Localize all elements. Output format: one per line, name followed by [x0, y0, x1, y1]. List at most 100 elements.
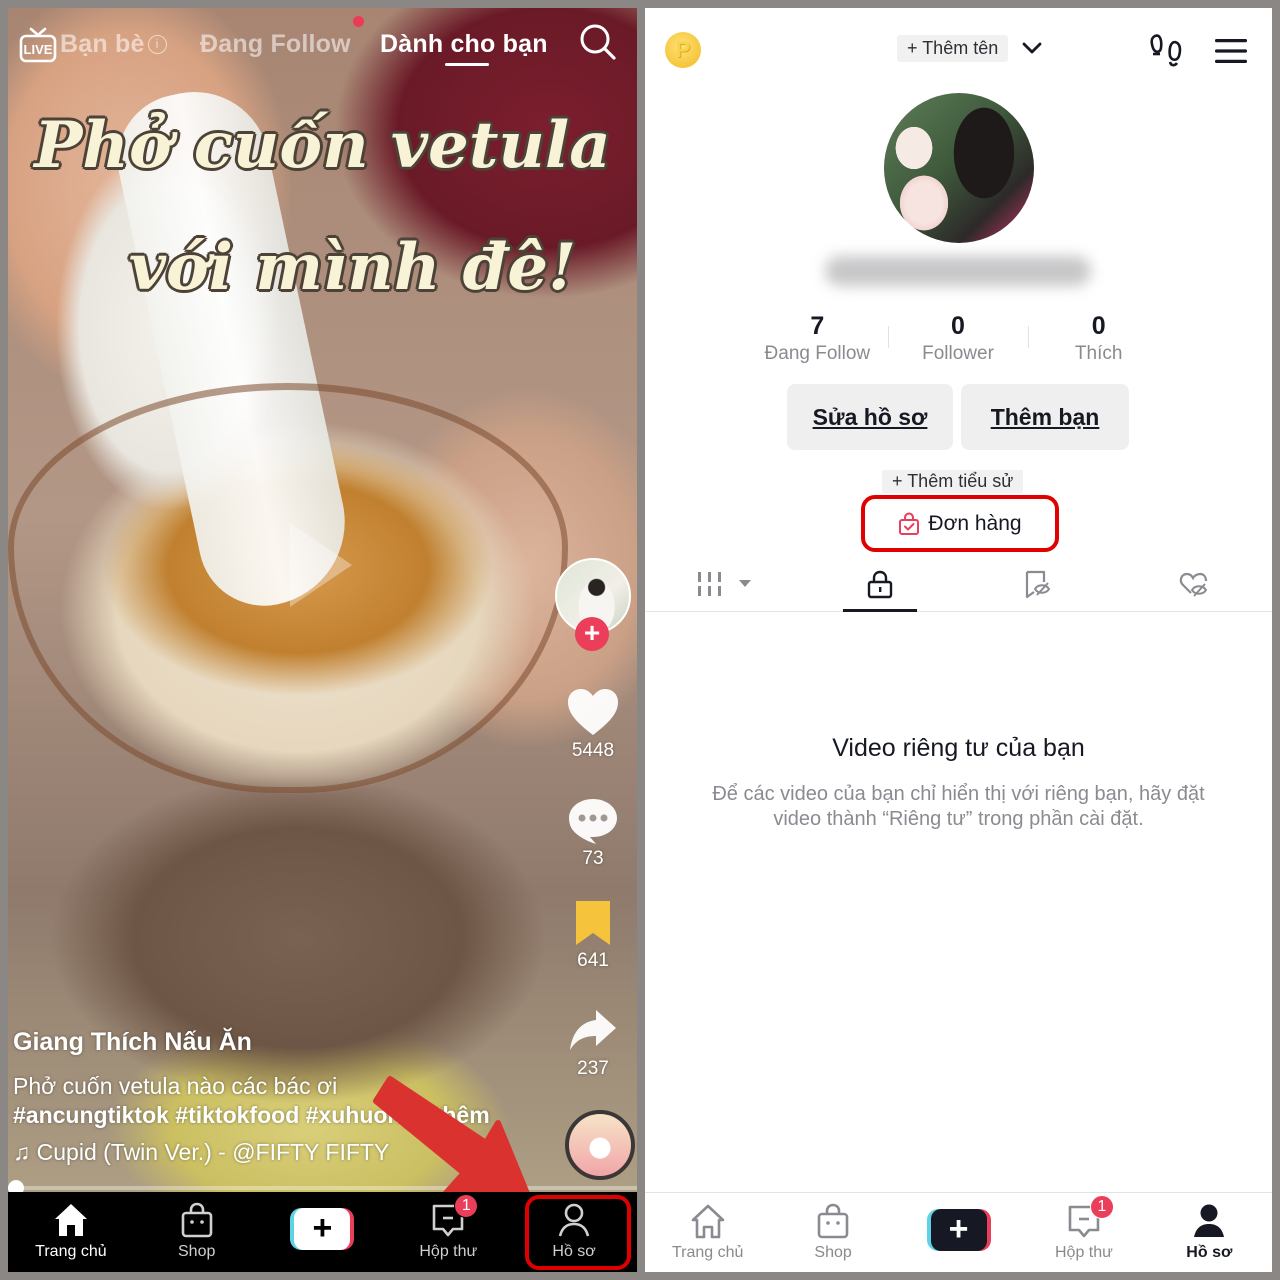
orders-button[interactable]: Đơn hàng — [861, 495, 1059, 552]
nav-profile-label: Hồ sơ — [1186, 1244, 1233, 1261]
svg-text:LIVE: LIVE — [24, 42, 53, 57]
video-author[interactable]: Giang Thích Nấu Ăn — [13, 1028, 490, 1057]
heart-icon — [568, 689, 618, 735]
active-tab-indicator — [445, 63, 489, 66]
tab-for-you[interactable]: Dành cho bạn — [380, 30, 548, 59]
music-disc-icon[interactable] — [565, 1110, 635, 1180]
profile-bottom-nav: Trang chủ Shop + 1 Hộp thư Hồ sơ — [645, 1192, 1272, 1272]
like-button[interactable]: 5448 — [553, 688, 633, 762]
nav-home-label: Trang chủ — [671, 1244, 744, 1261]
home-icon — [691, 1204, 725, 1239]
feed-bottom-nav: Trang chủ Shop + 1 Hộp thư Hồ sơ — [8, 1192, 637, 1272]
video-overlay-text-line1: Phở cuốn vetula — [34, 108, 611, 183]
comment-button[interactable]: 73 — [553, 796, 633, 870]
live-icon[interactable]: LIVE — [18, 26, 58, 64]
comment-icon — [569, 799, 617, 844]
edit-profile-button[interactable]: Sửa hồ sơ — [787, 384, 953, 450]
comment-count: 73 — [582, 848, 604, 869]
nav-create[interactable]: + — [896, 1193, 1021, 1272]
profile-icon — [1194, 1204, 1225, 1237]
home-icon — [54, 1204, 87, 1236]
nav-create[interactable]: + — [260, 1192, 386, 1272]
add-bio-button[interactable]: + Thêm tiểu sử — [882, 470, 1024, 493]
nav-profile-label: Hồ sơ — [552, 1243, 596, 1260]
followers-count: 0 — [951, 312, 965, 340]
inbox-badge: 1 — [1089, 1195, 1114, 1219]
caret-down-icon[interactable] — [739, 580, 752, 587]
nav-inbox[interactable]: 1 Hộp thư — [1021, 1193, 1146, 1272]
following-label: Đang Follow — [764, 343, 871, 364]
share-button[interactable]: 237 — [553, 1006, 633, 1080]
shopping-bag-check-icon — [899, 511, 920, 535]
bookmark-button[interactable]: 641 — [553, 898, 633, 972]
new-content-dot — [353, 16, 364, 27]
video-feed-screen: Phở cuốn vetula với mình đê! LIVE Bạn bè… — [8, 8, 637, 1272]
tab-videos[interactable] — [645, 556, 802, 611]
stat-following[interactable]: 7 Đang Follow — [747, 312, 888, 365]
inbox-badge: 1 — [454, 1194, 479, 1218]
followers-label: Follower — [922, 343, 994, 364]
music-title: Cupid (Twin Ver.) - @FIFTY FIFTY — [36, 1139, 390, 1165]
bookmark-hidden-icon — [1025, 570, 1051, 598]
annotation-arrow-icon — [373, 1076, 533, 1203]
empty-state-description: Để các video của bạn chỉ hiển thị với ri… — [712, 783, 1205, 830]
video-overlay-text-line2: với mình đê! — [128, 230, 577, 305]
coin-icon[interactable]: P — [665, 32, 701, 68]
likes-count: 0 — [1091, 312, 1106, 340]
nav-shop[interactable]: Shop — [770, 1193, 895, 1272]
shop-bag-icon — [181, 1202, 212, 1238]
add-friends-button[interactable]: Thêm bạn — [961, 384, 1129, 450]
add-name-button[interactable]: + Thêm tên — [897, 35, 1009, 62]
feed-top-bar: LIVE Bạn bè i Đang Follow Dành cho bạn — [8, 8, 637, 88]
tab-favorites[interactable] — [959, 556, 1116, 611]
lock-icon — [867, 570, 893, 598]
orders-label: Đơn hàng — [928, 511, 1022, 535]
heart-hidden-icon — [1179, 572, 1207, 597]
stat-likes[interactable]: 0 Thích — [1028, 312, 1169, 365]
play-icon[interactable] — [290, 523, 352, 607]
tab-friends-label: Bạn bè — [60, 30, 145, 58]
profile-screen: P + Thêm tên 7 Đang Follow 0 Follower 0 … — [645, 8, 1272, 1272]
music-note-icon: ♫ — [13, 1139, 31, 1165]
create-plus-icon: + — [926, 1208, 991, 1251]
info-icon: i — [147, 35, 167, 54]
follow-creator-button[interactable]: + — [575, 617, 609, 651]
nav-home[interactable]: Trang chủ — [645, 1193, 770, 1272]
footprint-icon[interactable] — [1149, 32, 1183, 68]
videos-grid-icon — [698, 571, 722, 596]
chevron-down-icon[interactable] — [1021, 38, 1043, 58]
following-count: 7 — [810, 312, 825, 340]
profile-stats: 7 Đang Follow 0 Follower 0 Thích — [747, 312, 1169, 365]
nav-inbox-label: Hộp thư — [1054, 1244, 1113, 1261]
nav-shop[interactable]: Shop — [134, 1192, 260, 1272]
stat-followers[interactable]: 0 Follower — [887, 312, 1029, 365]
nav-shop-label: Shop — [814, 1244, 852, 1261]
video-progress-bar[interactable] — [8, 1180, 637, 1196]
share-count: 237 — [577, 1058, 609, 1079]
profile-content-tabs — [645, 556, 1272, 612]
share-arrow-icon — [570, 1010, 616, 1050]
profile-icon — [558, 1203, 590, 1237]
profile-avatar[interactable] — [884, 93, 1034, 243]
nav-home-label: Trang chủ — [35, 1243, 107, 1260]
nav-inbox-label: Hộp thư — [419, 1243, 478, 1260]
nav-home[interactable]: Trang chủ — [8, 1192, 134, 1272]
bookmark-count: 641 — [577, 950, 609, 971]
shop-bag-icon — [817, 1203, 849, 1239]
bookmark-icon — [576, 901, 610, 945]
tab-friends[interactable]: Bạn bè i — [60, 30, 167, 59]
menu-icon[interactable] — [1215, 38, 1247, 64]
tab-following[interactable]: Đang Follow — [200, 30, 351, 59]
empty-state-title: Video riêng tư của bạn — [832, 734, 1085, 762]
search-icon[interactable] — [578, 22, 618, 62]
tab-private[interactable] — [802, 556, 959, 612]
like-count: 5448 — [571, 740, 615, 761]
username-blurred — [825, 256, 1091, 286]
create-plus-icon: + — [290, 1208, 355, 1250]
nav-shop-label: Shop — [178, 1243, 216, 1260]
tab-liked[interactable] — [1115, 556, 1272, 611]
nav-inbox[interactable]: 1 Hộp thư — [385, 1192, 511, 1272]
nav-profile[interactable]: Hồ sơ — [1147, 1193, 1272, 1272]
likes-label: Thích — [1074, 343, 1123, 364]
nav-profile[interactable]: Hồ sơ — [511, 1192, 637, 1272]
